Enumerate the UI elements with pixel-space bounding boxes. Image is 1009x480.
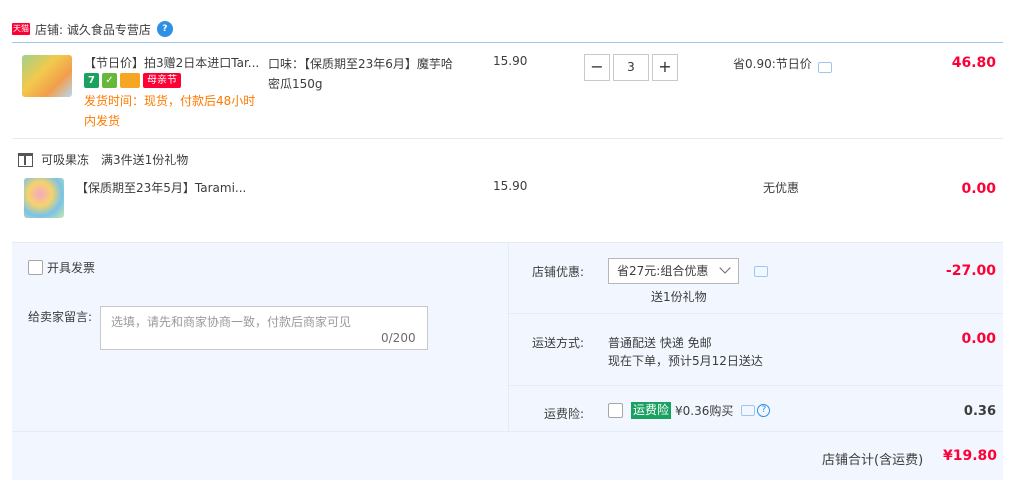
shipping-method-label: 运送方式: (531, 336, 584, 350)
seller-message-label: 给卖家留言: (28, 310, 93, 324)
comment-icon[interactable] (741, 405, 756, 416)
gift-title[interactable]: 【保质期至23年5月】Tarami... (76, 179, 251, 196)
invoice-option: 开具发票 (28, 259, 95, 276)
gift-icon (18, 152, 33, 167)
shop-name[interactable]: 店铺: 诚久食品专营店 (35, 21, 151, 38)
shipping-method: 普通配送 快递 免邮 (608, 336, 712, 350)
help-icon[interactable]: ? (757, 404, 771, 417)
insurance-label: 运费险: (543, 407, 584, 421)
quantity-increase-button[interactable]: + (652, 54, 678, 81)
guarantee-icon[interactable]: ✓ (102, 73, 117, 88)
gift-note: 送1份礼物 (651, 290, 707, 304)
quantity-decrease-button[interactable]: − (584, 54, 610, 81)
credit-card-icon[interactable] (120, 73, 140, 88)
gift-group-header: 可吸果冻 满3件送1份礼物 (18, 151, 188, 168)
gift-unit-price: 15.90 (493, 179, 528, 193)
quantity-stepper: − 3 + (584, 54, 678, 81)
gift-discount: 无优惠 (763, 181, 800, 195)
shipping-time-note: 发货时间：现货，付款后48小时内发货 (84, 94, 256, 128)
store-total-value: ¥19.80 (942, 448, 997, 464)
item-discount-text: 省0.90:节日价 (733, 57, 812, 71)
invoice-checkbox[interactable] (28, 260, 43, 275)
tmall-logo-icon: 天猫 (12, 23, 30, 35)
store-discount-selected: 省27元:组合优惠 (617, 264, 709, 278)
unit-price: 15.90 (493, 54, 528, 68)
item-discount: 省0.90:节日价 (733, 55, 832, 73)
insurance-checkbox[interactable] (608, 403, 623, 418)
insurance-option: 运费险 ¥0.36购买 ? (608, 402, 771, 419)
gift-thumbnail[interactable] (24, 178, 64, 218)
gift-group-name: 可吸果冻 (41, 153, 90, 167)
chat-icon[interactable]: ? (156, 21, 173, 37)
product-sku: 口味：【保质期至23年6月】魔芋哈密瓜150g (268, 57, 453, 91)
invoice-label[interactable]: 开具发票 (47, 259, 95, 276)
message-char-count: 0/200 (381, 331, 416, 345)
product-thumbnail[interactable] (22, 55, 72, 97)
store-discount-label: 店铺优惠: (531, 265, 584, 279)
service-badges: 7 ✓ 母亲节 (84, 73, 181, 88)
store-discount-value: -27.00 (945, 263, 996, 279)
mothers-day-badge[interactable]: 母亲节 (143, 73, 181, 88)
seller-message-input[interactable]: 选填，请先和商家协商一致，付款后商家可见 (100, 306, 428, 350)
summary-divider (508, 385, 1003, 386)
summary-divider (508, 313, 1003, 314)
quantity-input[interactable]: 3 (613, 54, 649, 81)
insurance-tag: 运费险 (631, 402, 672, 419)
item-subtotal: 46.80 (951, 55, 996, 71)
insurance-price: ¥0.36购买 (675, 404, 734, 418)
delivery-estimate: 现在下单，预计5月12日送达 (608, 354, 763, 368)
shop-header: 天猫 店铺: 诚久食品专营店 ? (12, 18, 173, 40)
seven-day-return-icon[interactable]: 7 (84, 73, 99, 88)
gift-rule: 满3件送1份礼物 (101, 153, 189, 167)
gift-subtotal: 0.00 (961, 181, 996, 197)
store-total-label: 店铺合计(含运费) (822, 453, 924, 468)
chevron-down-icon (719, 262, 731, 274)
shipping-fee: 0.00 (961, 331, 996, 347)
store-discount-select[interactable]: 省27元:组合优惠 (608, 258, 739, 284)
product-title[interactable]: 【节日价】拍3赠2日本进口Tar... (84, 54, 262, 71)
comment-icon[interactable] (817, 62, 832, 73)
comment-icon[interactable] (754, 266, 768, 277)
insurance-value: 0.36 (963, 404, 996, 419)
